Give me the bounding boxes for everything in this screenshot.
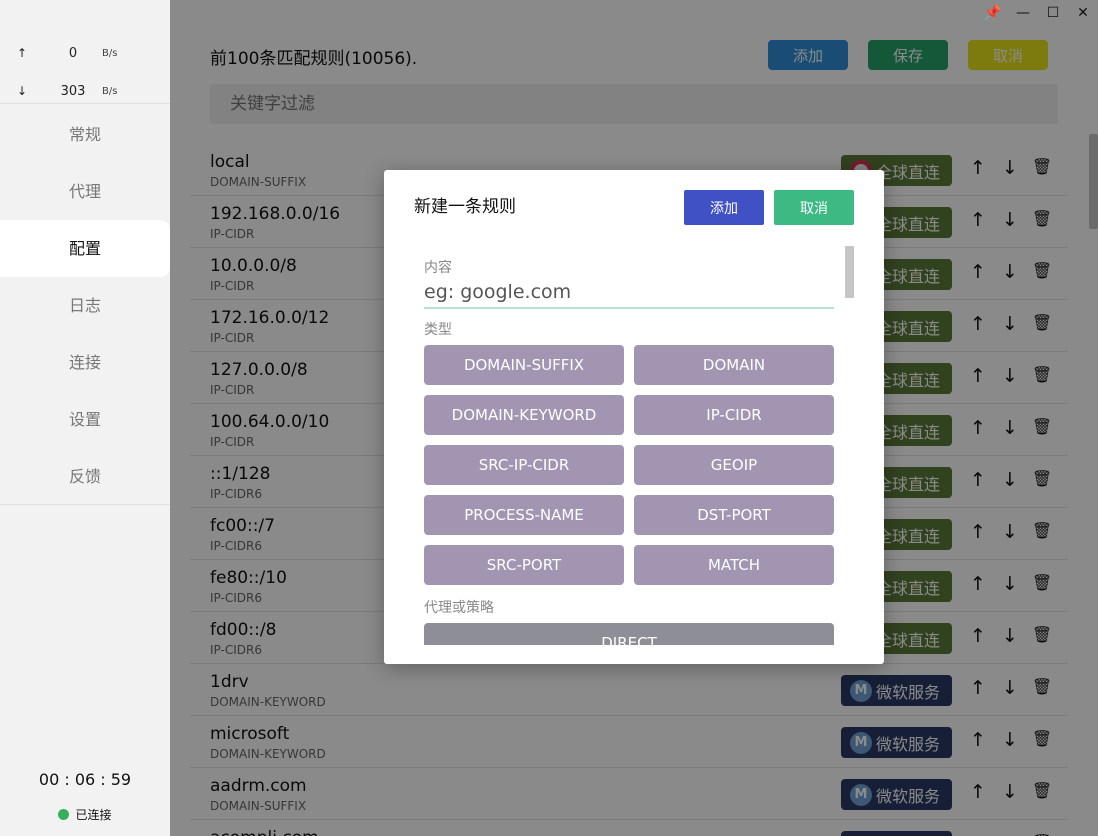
type-option-button[interactable]: DOMAIN-SUFFIX [424, 345, 624, 385]
download-value: 303 [60, 83, 86, 99]
type-option-button[interactable]: PROCESS-NAME [424, 495, 624, 535]
sidebar-nav: 常规 代理 配置 日志 连接 设置 反馈 [0, 106, 170, 505]
close-icon[interactable]: ✕ [1068, 0, 1098, 26]
traffic-panel: ↑ 0 B/s ↓ 303 B/s [0, 0, 170, 104]
type-option-button[interactable]: SRC-PORT [424, 545, 624, 585]
dialog-body: 内容 类型 DOMAIN-SUFFIXDOMAINDOMAIN-KEYWORDI… [424, 245, 854, 645]
type-option-button[interactable]: DST-PORT [634, 495, 834, 535]
pin-icon[interactable]: 📌 [978, 0, 1008, 26]
content-input[interactable] [424, 277, 834, 309]
sidebar-item[interactable]: 代理 [0, 163, 170, 220]
connection-status: 已连接 [0, 806, 170, 823]
download-arrow-icon: ↓ [16, 84, 28, 98]
type-option-button[interactable]: DOMAIN-KEYWORD [424, 395, 624, 435]
download-unit: B/s [102, 85, 118, 97]
sidebar-item[interactable]: 反馈 [0, 448, 170, 505]
content-label: 内容 [424, 260, 452, 276]
uptime-timer: 00 : 06 : 59 [38, 770, 132, 789]
sidebar-item[interactable]: 常规 [0, 106, 170, 163]
type-options: DOMAIN-SUFFIX DOMAIN DOMAIN-KEYWORD IP-CIDR… [424, 345, 854, 585]
minimize-icon[interactable]: — [1008, 0, 1038, 26]
policy-options: DIRECT [424, 623, 854, 645]
type-label: 类型 [424, 322, 452, 338]
type-option-button[interactable]: SRC-IP-CIDR [424, 445, 624, 485]
type-option-button[interactable]: DOMAIN [634, 345, 834, 385]
upload-arrow-icon: ↑ [16, 46, 28, 60]
dialog-add-button[interactable]: 添加 [684, 190, 764, 225]
dialog-title: 新建一条规则 [414, 197, 516, 217]
sidebar-item[interactable]: 连接 [0, 334, 170, 391]
sidebar-item[interactable]: 设置 [0, 391, 170, 448]
policy-option-button[interactable]: DIRECT [424, 623, 834, 645]
upload-value: 0 [68, 45, 78, 61]
new-rule-dialog: 新建一条规则 添加 取消 内容 类型 DOMAIN-SUFFIXDOMAINDO… [384, 170, 884, 664]
sidebar: ↑ 0 B/s ↓ 303 B/s 常规 代理 配置 日志 连接 设置 反馈 00 : 06… [0, 0, 170, 836]
status-dot-icon [58, 809, 70, 820]
window-controls: 📌 — ☐ ✕ [978, 0, 1098, 26]
status-label: 已连接 [75, 808, 112, 822]
download-speed: ↓ 303 B/s [0, 72, 170, 110]
sidebar-item[interactable]: 配置 [0, 220, 170, 277]
upload-speed: ↑ 0 B/s [0, 34, 170, 72]
policy-label: 代理或策略 [424, 600, 494, 616]
upload-unit: B/s [102, 47, 118, 59]
dialog-cancel-button[interactable]: 取消 [774, 190, 854, 225]
type-option-button[interactable]: IP-CIDR [634, 395, 834, 435]
type-option-button[interactable]: MATCH [634, 545, 834, 585]
type-option-button[interactable]: GEOIP [634, 445, 834, 485]
maximize-icon[interactable]: ☐ [1038, 0, 1068, 26]
divider [0, 504, 170, 505]
sidebar-item[interactable]: 日志 [0, 277, 170, 334]
